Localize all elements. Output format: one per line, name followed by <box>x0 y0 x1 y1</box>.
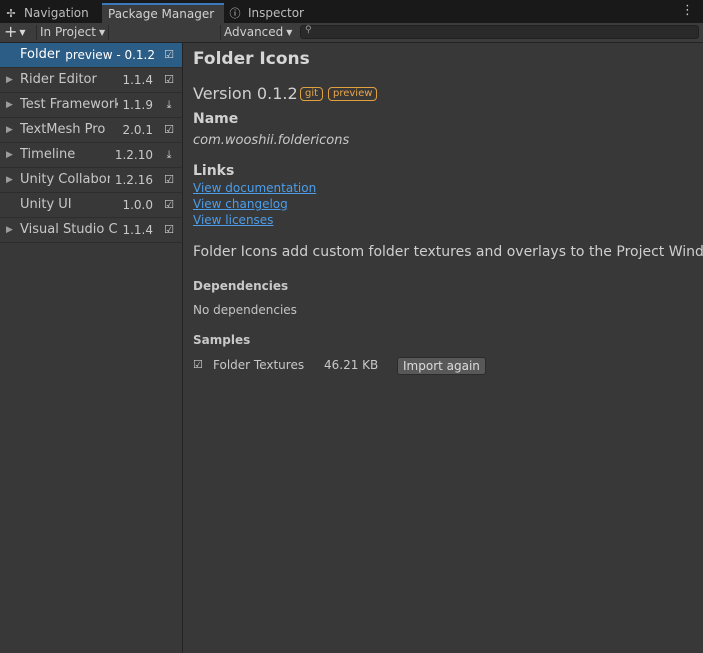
package-row-test-framework[interactable]: ▶ Test Framework 1.1.9 ⤓ <box>0 93 182 118</box>
chevron-down-icon: ▼ <box>286 28 293 37</box>
tab-package-manager[interactable]: Package Manager <box>102 3 224 23</box>
toolbar-divider <box>220 25 221 40</box>
dependencies-header: Dependencies <box>193 279 289 293</box>
package-version-label: Version 0.1.2 <box>193 84 298 103</box>
expand-arrow-icon[interactable]: ▶ <box>6 93 13 117</box>
search-icon: ⚲ <box>305 25 312 35</box>
package-version: 1.2.10 <box>114 148 153 162</box>
package-name: TextMesh Pro <box>20 122 106 137</box>
package-details: Folder Icons Version 0.1.2 git preview N… <box>183 43 703 653</box>
sample-imported-check-icon: ☑ <box>193 358 203 371</box>
package-row-visual-studio-code[interactable]: ▶ Visual Studio Code Editor 1.1.4 ☑ <box>0 218 182 243</box>
window-tab-bar: ✢ Navigation Package Manager ⓘ Inspector ⋮ <box>0 0 703 24</box>
package-name: Timeline <box>20 147 76 162</box>
search-input[interactable] <box>315 26 695 38</box>
tab-navigation[interactable]: ✢ Navigation <box>4 3 100 23</box>
expand-arrow-icon[interactable]: ▶ <box>6 68 13 92</box>
installed-check-icon: ☑ <box>164 173 174 186</box>
package-row-textmesh-pro[interactable]: ▶ TextMesh Pro 2.0.1 ☑ <box>0 118 182 143</box>
plus-icon: + <box>4 22 18 41</box>
package-row-unity-ui[interactable]: Unity UI 1.0.0 ☑ <box>0 193 182 218</box>
update-available-icon: ⤓ <box>166 98 172 111</box>
package-name: Test Framework <box>20 97 118 112</box>
package-row-folder-icons[interactable]: Folder Icons preview - 0.1.2 ☑ <box>0 43 182 68</box>
installed-check-icon: ☑ <box>164 73 174 86</box>
view-changelog-link[interactable]: View changelog <box>193 197 288 211</box>
toolbar-divider <box>108 25 109 40</box>
package-name: Visual Studio Code Editor <box>20 222 117 237</box>
package-version: 1.1.9 <box>122 98 153 112</box>
package-name: Unity Collaborate <box>20 172 110 187</box>
package-version: 1.1.4 <box>122 73 153 87</box>
expand-arrow-icon[interactable]: ▶ <box>6 143 13 167</box>
navigation-icon: ✢ <box>6 7 16 20</box>
expand-arrow-icon[interactable]: ▶ <box>6 168 13 192</box>
installed-check-icon: ☑ <box>164 223 174 236</box>
expand-arrow-icon[interactable]: ▶ <box>6 118 13 142</box>
package-version: 1.2.16 <box>114 173 153 187</box>
add-package-button[interactable]: + ▼ <box>4 23 34 42</box>
update-available-icon: ⤓ <box>166 148 172 161</box>
samples-header: Samples <box>193 333 251 347</box>
package-name: Folder Icons <box>20 47 60 62</box>
search-field[interactable]: ⚲ <box>300 25 699 39</box>
package-version: 1.0.0 <box>122 198 153 212</box>
installed-check-icon: ☑ <box>164 48 174 61</box>
dropdown-arrow-icon: ▼ <box>19 27 26 37</box>
package-row-rider-editor[interactable]: ▶ Rider Editor 1.1.4 ☑ <box>0 68 182 93</box>
dependencies-text: No dependencies <box>193 303 297 317</box>
tab-package-manager-label: Package Manager <box>108 7 215 21</box>
package-name: Unity UI <box>20 197 72 212</box>
installed-check-icon: ☑ <box>164 198 174 211</box>
view-documentation-link[interactable]: View documentation <box>193 181 316 195</box>
package-title: Folder Icons <box>193 49 310 69</box>
view-licenses-link[interactable]: View licenses <box>193 213 273 227</box>
name-header: Name <box>193 111 239 127</box>
package-list: Folder Icons preview - 0.1.2 ☑ ▶ Rider E… <box>0 43 183 653</box>
import-again-button[interactable]: Import again <box>397 357 486 375</box>
tab-navigation-label: Navigation <box>24 6 89 20</box>
tab-inspector-label: Inspector <box>248 6 304 20</box>
more-options-icon[interactable]: ⋮ <box>681 4 694 18</box>
toolbar-divider <box>36 25 37 40</box>
package-version: 1.1.4 <box>122 223 153 237</box>
sample-size: 46.21 KB <box>324 358 379 372</box>
advanced-label: Advanced <box>224 25 284 39</box>
expand-arrow-icon[interactable]: ▶ <box>6 218 13 242</box>
package-row-timeline[interactable]: ▶ Timeline 1.2.10 ⤓ <box>0 143 182 168</box>
installed-check-icon: ☑ <box>164 123 174 136</box>
advanced-dropdown[interactable]: Advanced ▼ <box>224 23 292 42</box>
sample-name: Folder Textures <box>213 358 305 372</box>
package-row-unity-collaborate[interactable]: ▶ Unity Collaborate 1.2.16 ☑ <box>0 168 182 193</box>
packages-filter-label: In Project <box>40 25 97 39</box>
package-version: 2.0.1 <box>122 123 153 137</box>
packages-filter-dropdown[interactable]: In Project ▼ <box>40 23 105 42</box>
chevron-down-icon: ▼ <box>99 28 106 37</box>
preview-tag-badge: preview <box>328 87 378 101</box>
info-icon: ⓘ <box>229 7 241 20</box>
tab-inspector[interactable]: ⓘ Inspector <box>228 3 338 23</box>
links-header: Links <box>193 163 235 179</box>
git-tag-badge: git <box>300 87 324 101</box>
package-description: Folder Icons add custom folder textures … <box>193 244 703 260</box>
package-version: preview - 0.1.2 <box>65 48 155 62</box>
package-toolbar: + ▼ In Project ▼ Advanced ▼ ⚲ <box>0 23 703 43</box>
package-name: Rider Editor <box>20 72 97 87</box>
package-id: com.wooshii.foldericons <box>193 133 350 148</box>
